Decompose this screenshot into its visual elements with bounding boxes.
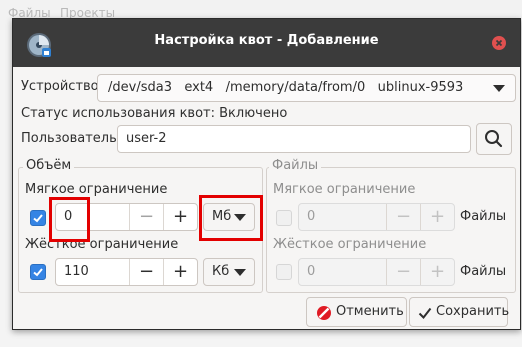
volume-soft-decrement[interactable]: −: [130, 204, 163, 230]
title-bar: Настройка квот - Добавление: [13, 19, 520, 67]
window-title: Настройка квот - Добавление: [154, 33, 379, 48]
highlight-soft-value: [49, 197, 90, 242]
files-soft-decrement[interactable]: −: [387, 204, 420, 230]
user-value: user-2: [126, 131, 167, 146]
files-hard-value: 0: [307, 264, 316, 279]
cancel-button[interactable]: Отменить: [306, 297, 407, 327]
highlight-soft-unit: [199, 195, 263, 241]
search-button[interactable]: [476, 123, 512, 155]
quota-dialog: Настройка квот - Добавление Устройство: …: [12, 18, 521, 330]
files-soft-value: 0: [307, 209, 316, 224]
volume-hard-unit: Кб: [212, 264, 230, 279]
quota-status: Статус использования квот: Включено: [21, 106, 288, 121]
device-value: /dev/sda3 ext4 /memory/data/from/0 ublin…: [108, 80, 464, 95]
files-soft-unit: Файлы: [460, 209, 507, 224]
cancel-label: Отменить: [336, 304, 404, 319]
volume-hard-spinner[interactable]: 110 − +: [55, 258, 198, 286]
save-label: Сохранить: [436, 304, 510, 319]
files-hard-label: Жёсткое ограничение: [273, 237, 427, 252]
close-icon[interactable]: [492, 36, 506, 50]
volume-hard-unit-select[interactable]: Кб: [203, 258, 255, 286]
files-hard-increment[interactable]: +: [421, 259, 454, 285]
volume-hard-label: Жёсткое ограничение: [25, 237, 179, 252]
volume-frame-title: Объём: [23, 158, 75, 173]
files-hard-checkbox[interactable]: [276, 264, 292, 280]
save-button[interactable]: Сохранить: [409, 297, 510, 327]
files-soft-increment[interactable]: +: [421, 204, 454, 230]
device-label: Устройство:: [21, 79, 104, 94]
user-input[interactable]: user-2: [117, 125, 471, 153]
volume-hard-value: 110: [64, 264, 89, 279]
user-label: Пользователь:: [21, 131, 122, 146]
volume-soft-increment[interactable]: +: [164, 204, 197, 230]
chevron-down-icon: [234, 269, 246, 276]
volume-soft-label: Мягкое ограничение: [25, 182, 168, 197]
volume-hard-increment[interactable]: +: [164, 259, 197, 285]
chevron-down-icon: [493, 85, 505, 92]
files-hard-spinner[interactable]: 0 − +: [298, 258, 455, 286]
files-soft-checkbox[interactable]: [276, 210, 292, 226]
files-hard-decrement[interactable]: −: [387, 259, 420, 285]
files-frame-title: Файлы: [269, 158, 322, 173]
device-select[interactable]: /dev/sda3 ext4 /memory/data/from/0 ublin…: [97, 74, 516, 102]
files-soft-label: Мягкое ограничение: [273, 182, 416, 197]
volume-hard-decrement[interactable]: −: [130, 259, 163, 285]
files-hard-unit: Файлы: [460, 264, 507, 279]
volume-soft-checkbox[interactable]: [30, 210, 46, 226]
volume-hard-checkbox[interactable]: [30, 264, 46, 280]
files-soft-spinner[interactable]: 0 − +: [298, 203, 455, 231]
